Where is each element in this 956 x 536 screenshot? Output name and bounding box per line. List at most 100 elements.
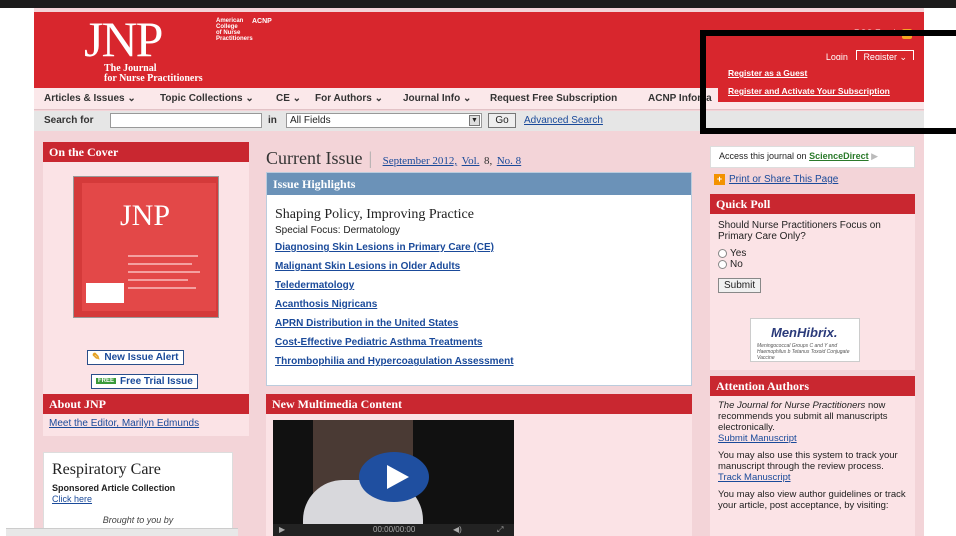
cover-logo: JNP xyxy=(120,199,171,232)
radio-no[interactable] xyxy=(718,259,727,269)
article-link[interactable]: APRN Distribution in the United States xyxy=(267,318,691,331)
cover-line xyxy=(128,263,192,265)
on-the-cover-heading: On the Cover xyxy=(43,142,249,162)
respiratory-care-panel: Respiratory Care Sponsored Article Colle… xyxy=(43,452,233,536)
attention-authors-panel: Attention Authors The Journal for Nurse … xyxy=(710,376,915,536)
respiratory-care-title: Respiratory Care xyxy=(52,461,161,478)
about-jnp-panel: About JNP Meet the Editor, Marilyn Edmun… xyxy=(43,394,249,436)
new-issue-alert-button[interactable]: ✎ New Issue Alert xyxy=(87,350,184,366)
search-label: Search for xyxy=(44,115,94,126)
play-button[interactable] xyxy=(359,452,429,502)
play-icon xyxy=(387,465,409,489)
cover-line xyxy=(128,271,200,273)
search-input[interactable] xyxy=(110,113,262,128)
divider: | xyxy=(368,148,373,168)
cover-image[interactable]: JNP xyxy=(73,176,219,318)
submit-manuscript-link[interactable]: Submit Manuscript xyxy=(718,433,797,444)
poll-option-yes[interactable]: Yes xyxy=(718,248,907,259)
nav-ce[interactable]: CE ⌄ xyxy=(276,93,301,104)
journal-name: The Journal for Nurse Practitioners xyxy=(718,400,866,411)
nav-request-free-subscription[interactable]: Request Free Subscription xyxy=(490,93,617,104)
advanced-search-link[interactable]: Advanced Search xyxy=(524,115,603,126)
new-issue-alert-label: New Issue Alert xyxy=(104,352,179,364)
fullscreen-icon[interactable]: ⤢ xyxy=(497,525,503,535)
attn-para2-text: You may also use this system to track yo… xyxy=(718,450,898,472)
issue-date-link[interactable]: September 2012, xyxy=(383,155,458,167)
search-in-label: in xyxy=(268,115,277,126)
cover-photo xyxy=(86,283,124,303)
on-the-cover-panel: On the Cover JNP ✎ New Issue Alert FREE Fr… xyxy=(43,142,249,394)
attn-para3: You may also view author guidelines or t… xyxy=(718,489,906,511)
video-controls[interactable]: ▶ 00:00/00:00 ◀) ⤢ xyxy=(273,524,514,536)
poll-submit-button[interactable]: Submit xyxy=(718,278,762,293)
special-focus: Special Focus: Dermatology xyxy=(275,225,401,236)
jnp-logo[interactable]: JNP The Journal for Nurse Practitioners xyxy=(38,11,230,86)
logo-sub-line2: for Nurse Practitioners xyxy=(104,73,203,84)
track-manuscript-link[interactable]: Track Manuscript xyxy=(718,472,791,483)
play-small-icon[interactable]: ▶ xyxy=(279,525,285,534)
article-link[interactable]: Acanthosis Nigricans xyxy=(267,299,691,312)
acnp-logo-text: American College of Nurse Practitioners xyxy=(216,18,253,42)
sciencedirect-access: Access this journal on ScienceDirect ▶ xyxy=(710,146,915,168)
volume-link[interactable]: Vol. xyxy=(462,155,480,167)
poll-body: Should Nurse Practitioners Focus on Prim… xyxy=(710,214,915,370)
menhibrix-ad[interactable]: MenHibrix. Meningococcal Groups C and Y … xyxy=(750,318,860,362)
current-issue-title: Current Issue xyxy=(266,148,363,168)
nav-journal-info[interactable]: Journal Info ⌄ xyxy=(403,93,471,104)
acnp-logo-mark: ACNP xyxy=(252,18,272,25)
chevron-down-icon: ▼ xyxy=(469,115,480,126)
attention-authors-heading: Attention Authors xyxy=(710,376,915,396)
nav-for-authors[interactable]: For Authors ⌄ xyxy=(315,93,383,104)
chevron-right-icon: ▶ xyxy=(871,151,879,161)
go-button[interactable]: Go xyxy=(488,113,516,128)
radio-yes[interactable] xyxy=(718,248,727,258)
quick-poll-panel: Quick Poll Should Nurse Practitioners Fo… xyxy=(710,194,915,370)
cover-line xyxy=(128,279,188,281)
about-body: Meet the Editor, Marilyn Edmunds xyxy=(43,414,249,436)
article-link[interactable]: Cost-Effective Pediatric Asthma Treatmen… xyxy=(267,337,691,350)
plus-icon: + xyxy=(714,174,725,185)
nav-articles-issues[interactable]: Articles & Issues ⌄ xyxy=(44,93,136,104)
print-share-label[interactable]: Print or Share This Page xyxy=(729,174,838,185)
cover-inner: JNP xyxy=(82,183,216,311)
free-trial-issue-button[interactable]: FREE Free Trial Issue xyxy=(91,374,198,389)
free-tag-icon: FREE xyxy=(96,378,117,385)
no-label: No xyxy=(730,259,743,270)
article-link[interactable]: Diagnosing Skin Lesions in Primary Care … xyxy=(267,242,691,255)
current-issue-header: Current Issue | September 2012, Vol. 8, N… xyxy=(266,148,521,169)
logo-text: JNP xyxy=(84,11,163,67)
multimedia-panel: New Multimedia Content ▶ 00:00/00:00 ◀) … xyxy=(266,394,692,536)
yes-label: Yes xyxy=(730,248,747,259)
article-link[interactable]: Malignant Skin Lesions in Older Adults xyxy=(267,261,691,274)
volume-icon[interactable]: ◀) xyxy=(453,525,462,534)
issue-highlights-panel: Issue Highlights Shaping Policy, Improvi… xyxy=(266,172,692,386)
sciencedirect-link[interactable]: ScienceDirect xyxy=(809,151,869,161)
cover-line xyxy=(128,255,198,257)
print-share-link[interactable]: + Print or Share This Page xyxy=(714,174,838,185)
nav-topic-collections[interactable]: Topic Collections ⌄ xyxy=(160,93,254,104)
search-field-select[interactable]: All Fields ▼ xyxy=(286,113,482,128)
search-field-value: All Fields xyxy=(290,115,331,126)
cover-body: JNP ✎ New Issue Alert FREE Free Trial Issu… xyxy=(43,162,249,394)
attention-body: The Journal for Nurse Practitioners now … xyxy=(710,396,915,536)
meet-the-editor-link[interactable]: Meet the Editor, Marilyn Edmunds xyxy=(49,418,199,429)
issue-number-link[interactable]: No. 8 xyxy=(497,155,521,167)
ad-subtitle: Meningococcal Groups C and Y and Haemoph… xyxy=(757,343,850,361)
attn-para1: The Journal for Nurse Practitioners now … xyxy=(718,400,907,444)
click-here-link[interactable]: Click here xyxy=(52,494,92,504)
multimedia-heading: New Multimedia Content xyxy=(266,394,692,414)
article-link[interactable]: Teledermatology xyxy=(267,280,691,293)
quick-poll-heading: Quick Poll xyxy=(710,194,915,214)
poll-option-no[interactable]: No xyxy=(718,259,907,270)
cover-line xyxy=(128,287,196,289)
browser-top-bar xyxy=(0,0,956,8)
poll-question: Should Nurse Practitioners Focus on Prim… xyxy=(718,220,881,242)
issue-highlights-heading: Issue Highlights xyxy=(267,173,691,195)
free-trial-label: Free Trial Issue xyxy=(120,376,193,387)
ad-title: MenHibrix. xyxy=(771,325,838,340)
video-player[interactable]: ▶ 00:00/00:00 ◀) ⤢ xyxy=(273,420,514,536)
comma: , xyxy=(489,155,493,167)
video-time: 00:00/00:00 xyxy=(373,525,416,534)
about-jnp-heading: About JNP xyxy=(43,394,249,414)
article-link[interactable]: Thrombophilia and Hypercoagulation Asses… xyxy=(267,356,691,369)
